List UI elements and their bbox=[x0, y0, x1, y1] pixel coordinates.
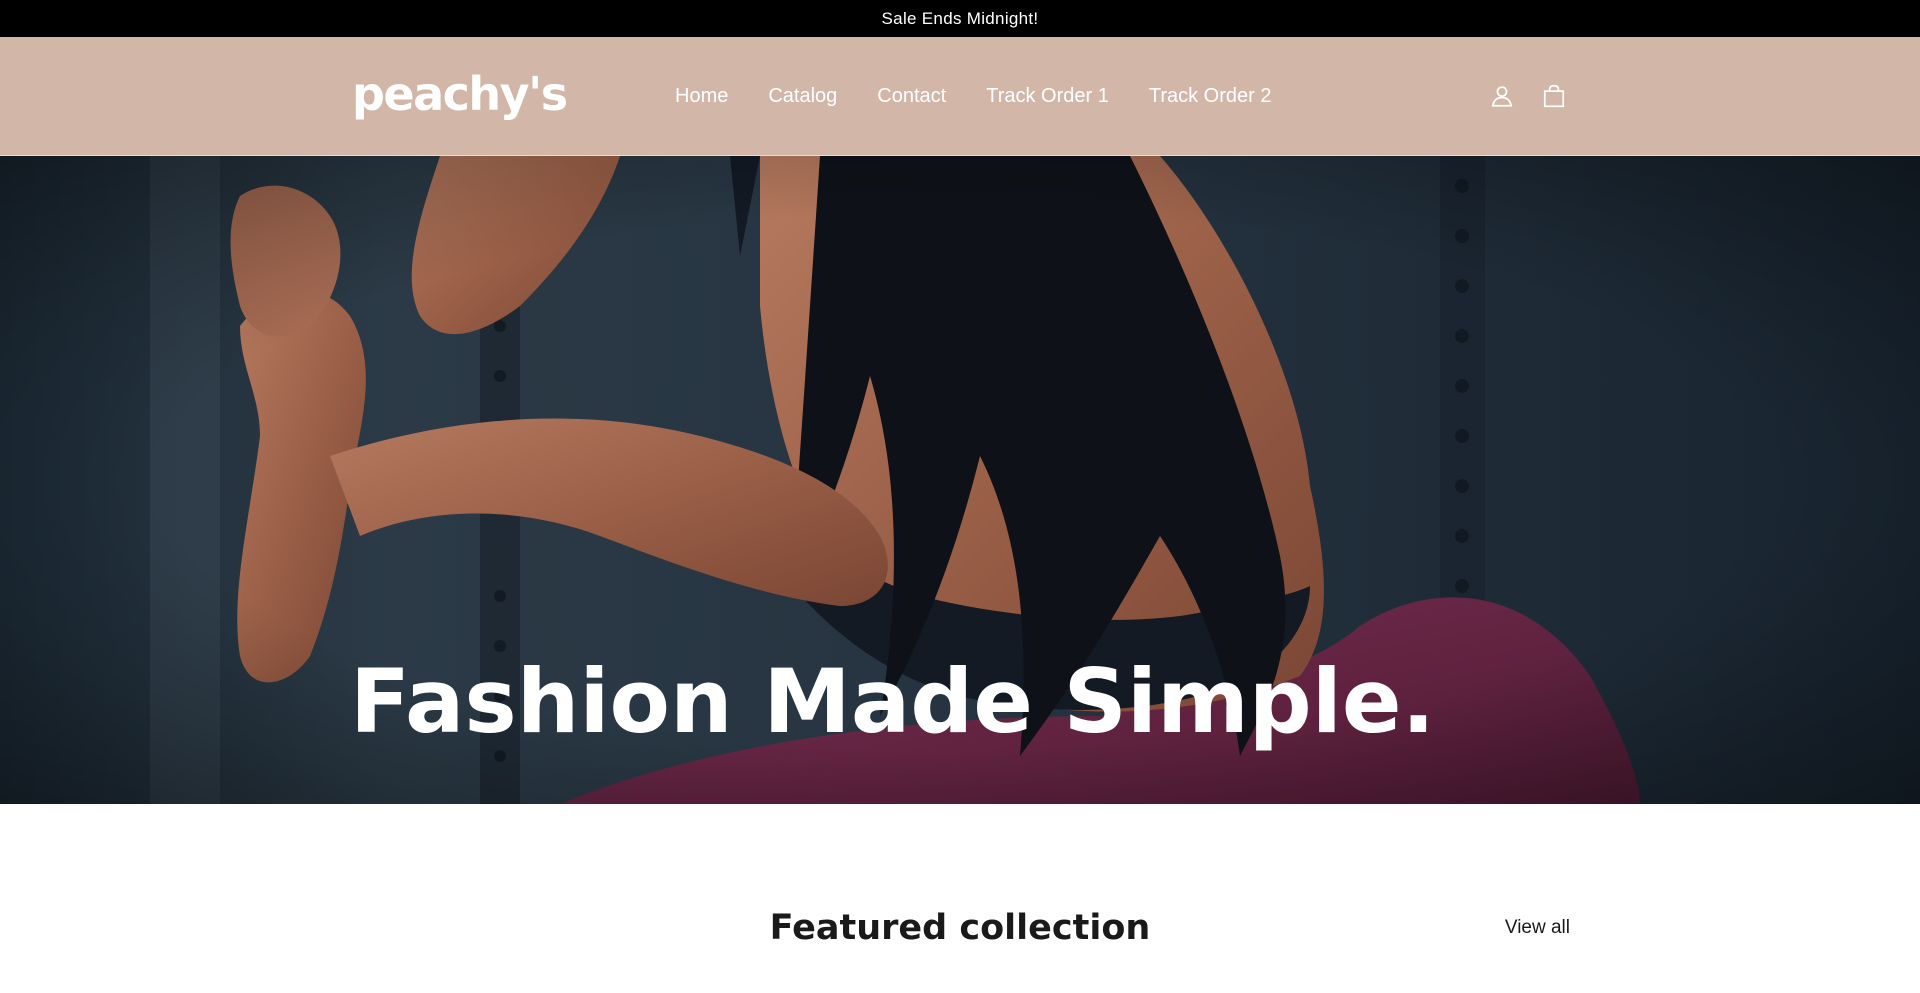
hero-title: Fashion Made Simple. bbox=[350, 650, 1436, 753]
site-header: peachy's Home Catalog Contact Track Orde… bbox=[0, 37, 1920, 156]
account-icon[interactable] bbox=[1488, 82, 1516, 110]
view-all-link[interactable]: View all bbox=[1505, 917, 1570, 939]
hero-banner[interactable]: Fashion Made Simple. bbox=[0, 156, 1920, 804]
site-logo[interactable]: peachy's bbox=[352, 71, 568, 117]
header-inner: peachy's Home Catalog Contact Track Orde… bbox=[352, 37, 1568, 155]
announcement-bar: Sale Ends Midnight! bbox=[0, 0, 1920, 37]
cart-icon[interactable] bbox=[1540, 82, 1568, 110]
nav-track-order-1[interactable]: Track Order 1 bbox=[986, 85, 1109, 108]
nav-contact[interactable]: Contact bbox=[877, 85, 946, 108]
featured-collection-section: Featured collection View all bbox=[0, 804, 1920, 956]
nav-catalog[interactable]: Catalog bbox=[768, 85, 837, 108]
nav-track-order-2[interactable]: Track Order 2 bbox=[1149, 85, 1272, 108]
header-icons bbox=[1488, 37, 1568, 155]
nav-home[interactable]: Home bbox=[675, 85, 728, 108]
main-nav: Home Catalog Contact Track Order 1 Track… bbox=[675, 37, 1311, 155]
featured-collection-title: Featured collection bbox=[769, 908, 1151, 948]
announcement-text: Sale Ends Midnight! bbox=[881, 8, 1039, 28]
